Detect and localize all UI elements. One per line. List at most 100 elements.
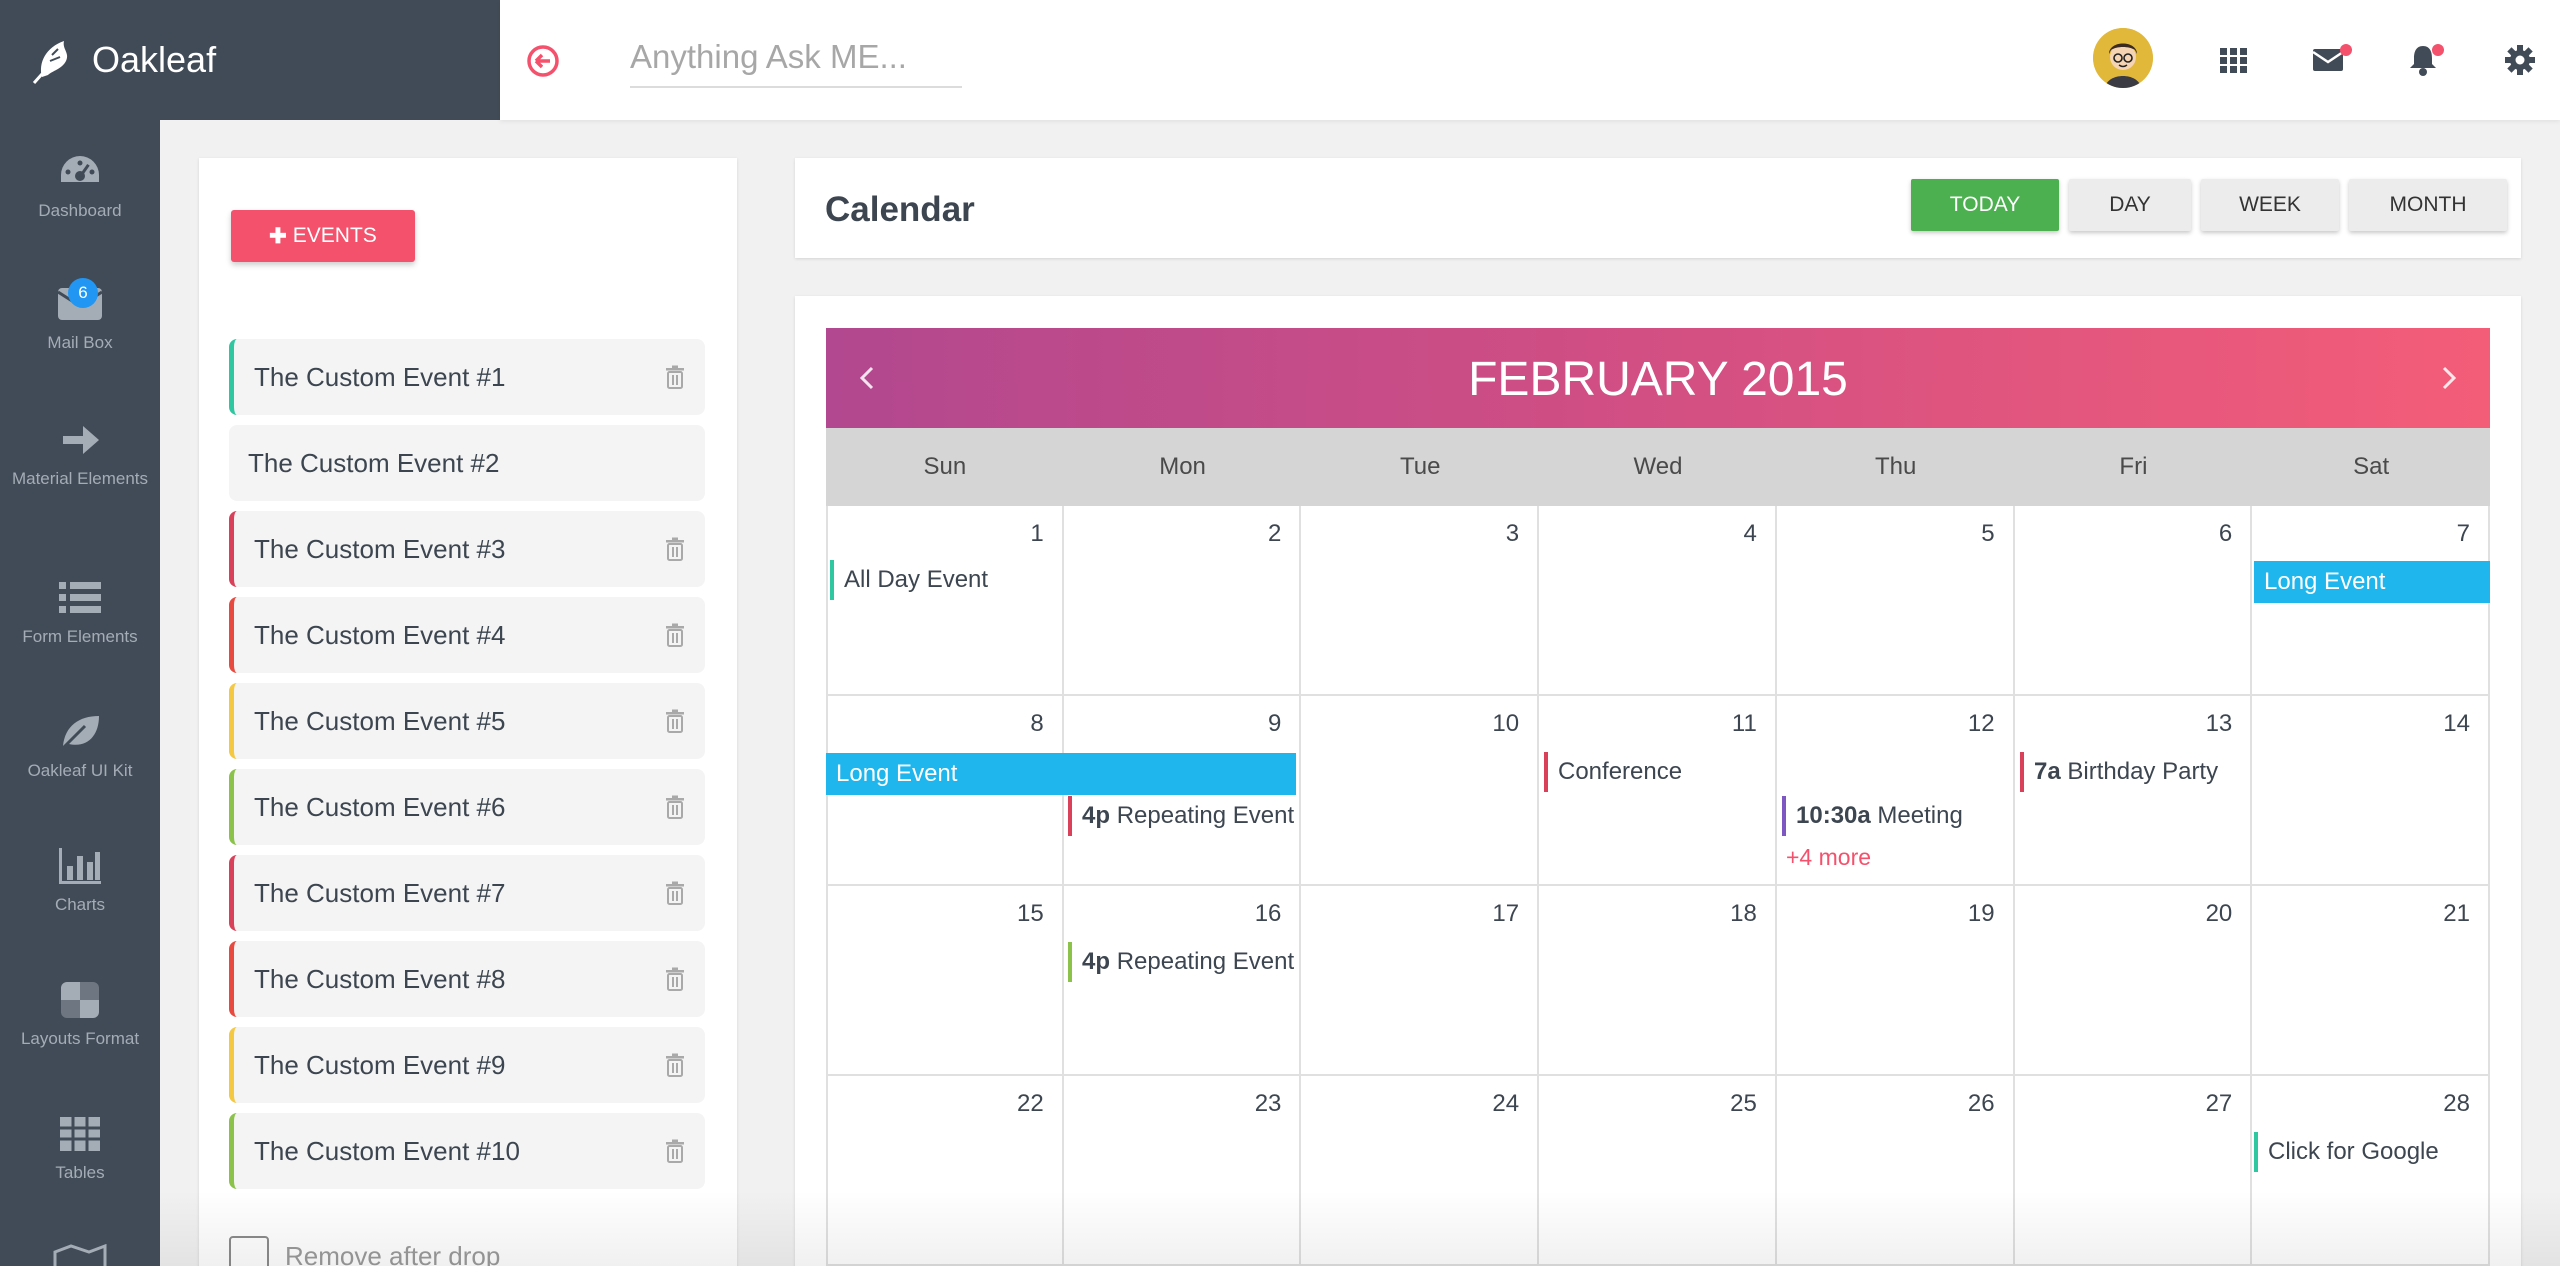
- sidebar-item-dashboard[interactable]: Dashboard: [0, 152, 160, 222]
- day-number: 24: [1492, 1090, 1520, 1117]
- day-number: 2: [1268, 520, 1282, 547]
- sidebar-item-oakleaf-ui-kit[interactable]: Oakleaf UI Kit: [0, 712, 160, 782]
- add-events-button[interactable]: ✚ EVENTS: [231, 210, 415, 262]
- day-cell[interactable]: 26: [1776, 1076, 2015, 1266]
- trash-icon[interactable]: [665, 537, 685, 561]
- event-item[interactable]: The Custom Event #5: [229, 683, 705, 759]
- day-cell[interactable]: 5: [1776, 506, 2015, 696]
- day-cell[interactable]: 23: [1063, 1076, 1302, 1266]
- day-cell[interactable]: 22: [826, 1076, 1064, 1266]
- day-number: 7: [2456, 520, 2470, 547]
- weekday-label: Tue: [1400, 453, 1441, 480]
- month-title: FEBRUARY 2015: [1468, 353, 1848, 406]
- event-long-event[interactable]: Long Event: [2254, 561, 2490, 603]
- messages-button[interactable]: [2312, 44, 2352, 76]
- trash-icon[interactable]: [665, 623, 685, 647]
- sidebar-item-charts[interactable]: Charts: [0, 846, 160, 916]
- event-item[interactable]: The Custom Event #9: [229, 1027, 705, 1103]
- sidebar-item-mail-box[interactable]: 6 Mail Box: [0, 278, 160, 354]
- sidebar-item-label: Dashboard: [38, 201, 122, 220]
- apps-grid-icon[interactable]: [2218, 44, 2250, 76]
- day-cell[interactable]: 3: [1301, 506, 1540, 696]
- day-number: 18: [1730, 900, 1757, 927]
- more-events-link[interactable]: +4 more: [1786, 844, 1871, 871]
- event-meeting[interactable]: 10:30a Meeting: [1782, 796, 1963, 836]
- event-item[interactable]: The Custom Event #1: [229, 339, 705, 415]
- day-number: 16: [1254, 900, 1282, 927]
- day-cell[interactable]: 15: [826, 886, 1064, 1076]
- day-cell[interactable]: 2: [1063, 506, 1302, 696]
- day-cell[interactable]: 20: [2014, 886, 2253, 1076]
- trash-icon[interactable]: [665, 881, 685, 905]
- event-birthday-party[interactable]: 7a Birthday Party: [2020, 752, 2218, 792]
- top-bar: [500, 0, 2560, 120]
- remove-after-drop-checkbox[interactable]: [229, 1236, 269, 1266]
- day-number: 5: [1981, 520, 1995, 547]
- back-circle-icon[interactable]: [526, 44, 560, 78]
- event-repeating[interactable]: 4p Repeating Event: [1068, 796, 1294, 836]
- notification-dot: [2340, 44, 2352, 56]
- day-cell[interactable]: 19: [1776, 886, 2015, 1076]
- event-item[interactable]: The Custom Event #8: [229, 941, 705, 1017]
- event-item-label: The Custom Event #3: [254, 533, 506, 564]
- month-view-button[interactable]: MONTH: [2349, 179, 2507, 231]
- weekday-label: Thu: [1875, 453, 1917, 480]
- event-item[interactable]: The Custom Event #7: [229, 855, 705, 931]
- sidebar-item-layouts-format[interactable]: Layouts Format: [0, 980, 160, 1050]
- trash-icon[interactable]: [665, 795, 685, 819]
- today-button[interactable]: TODAY: [1911, 179, 2059, 231]
- event-item-label: The Custom Event #9: [254, 1049, 506, 1080]
- event-click-for-google[interactable]: Click for Google: [2254, 1132, 2439, 1172]
- event-item[interactable]: The Custom Event #3: [229, 511, 705, 587]
- trash-icon[interactable]: [665, 1053, 685, 1077]
- event-item-label: The Custom Event #6: [254, 791, 506, 822]
- sidebar-item-material-elements[interactable]: Material Elements: [0, 420, 160, 490]
- day-cell[interactable]: 14: [2252, 696, 2490, 886]
- event-repeating[interactable]: 4p Repeating Event: [1068, 942, 1294, 982]
- event-item[interactable]: The Custom Event #2: [229, 425, 705, 501]
- day-cell[interactable]: 18: [1539, 886, 1777, 1076]
- event-time: 10:30a: [1796, 802, 1871, 829]
- remove-after-drop-toggle[interactable]: Remove after drop: [229, 1236, 500, 1266]
- map-icon: [53, 1244, 107, 1266]
- sidebar-item-label: Tables: [55, 1163, 105, 1182]
- notification-dot: [2432, 44, 2444, 56]
- day-cell[interactable]: 4: [1539, 506, 1777, 696]
- day-cell[interactable]: 24: [1301, 1076, 1540, 1266]
- day-cell[interactable]: 21: [2252, 886, 2490, 1076]
- trash-icon[interactable]: [665, 1139, 685, 1163]
- event-item[interactable]: The Custom Event #6: [229, 769, 705, 845]
- sidebar-item-map[interactable]: [0, 1244, 160, 1266]
- day-cell[interactable]: 10: [1301, 696, 1540, 886]
- sidebar-item-label: Mail Box: [47, 333, 113, 352]
- event-all-day[interactable]: All Day Event: [830, 560, 988, 600]
- trash-icon[interactable]: [665, 967, 685, 991]
- event-item[interactable]: The Custom Event #4: [229, 597, 705, 673]
- day-cell[interactable]: 27: [2014, 1076, 2253, 1266]
- event-long-event[interactable]: Long Event: [826, 753, 1296, 795]
- gear-icon[interactable]: [2504, 44, 2536, 76]
- trash-icon[interactable]: [665, 365, 685, 389]
- chevron-right-icon[interactable]: [2440, 362, 2460, 394]
- search-input[interactable]: [630, 28, 962, 88]
- week-view-button[interactable]: WEEK: [2201, 179, 2339, 231]
- weekday-header: Sun Mon Tue Wed Thu Fri Sat: [826, 428, 2490, 506]
- event-time: 4p: [1082, 948, 1111, 975]
- day-view-button[interactable]: DAY: [2069, 179, 2191, 231]
- sidebar-item-label: Charts: [54, 895, 106, 914]
- brand[interactable]: Oakleaf: [0, 0, 500, 120]
- arrow-right-icon: [63, 426, 99, 454]
- day-cell[interactable]: 1: [826, 506, 1064, 696]
- sidebar-item-tables[interactable]: Tables: [0, 1114, 160, 1184]
- sidebar-item-label: Layouts Format: [20, 1029, 140, 1048]
- event-conference[interactable]: Conference: [1544, 752, 1682, 792]
- event-item[interactable]: The Custom Event #10: [229, 1113, 705, 1189]
- list-icon: [59, 582, 101, 613]
- day-cell[interactable]: 25: [1539, 1076, 1777, 1266]
- avatar[interactable]: [2093, 28, 2153, 88]
- notifications-button[interactable]: [2408, 42, 2444, 76]
- day-cell[interactable]: 6: [2014, 506, 2253, 696]
- trash-icon[interactable]: [665, 709, 685, 733]
- day-cell[interactable]: 17: [1301, 886, 1540, 1076]
- sidebar-item-form-elements[interactable]: Form Elements: [0, 578, 160, 648]
